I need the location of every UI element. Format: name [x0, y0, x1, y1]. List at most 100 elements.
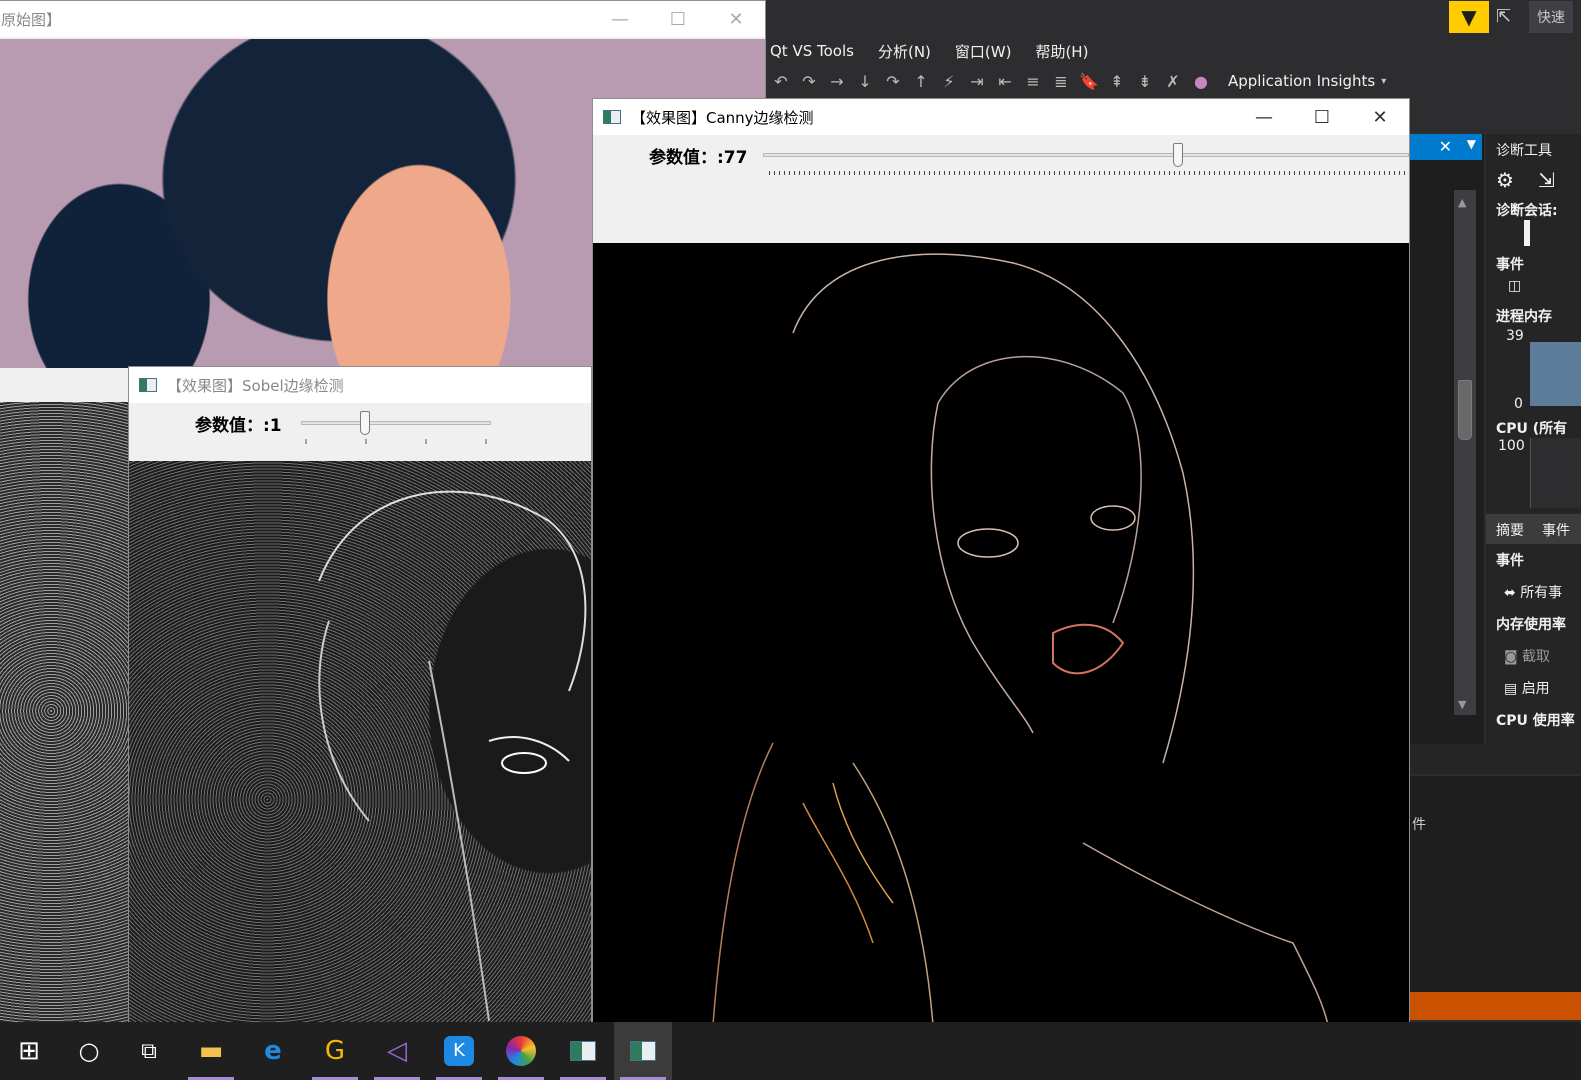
g-app-icon[interactable]: G	[306, 1022, 364, 1080]
canny-edge-image	[593, 243, 1409, 1025]
all-events-link[interactable]: ⬌ 所有事	[1504, 582, 1562, 602]
heap-icon: ▤	[1504, 681, 1522, 697]
scroll-down-icon[interactable]: ▼	[1458, 698, 1466, 711]
diag-events-label[interactable]: 事件	[1496, 254, 1524, 274]
opencv-glyph	[630, 1041, 656, 1061]
application-insights-button[interactable]: Application Insights	[1228, 72, 1375, 90]
bookmark-next-icon[interactable]: ⇟	[1134, 71, 1156, 91]
chevron-down-icon[interactable]: ▾	[1381, 76, 1386, 87]
step-out-icon[interactable]: ↑	[910, 71, 932, 91]
canny-window-title: 【效果图】Canny边缘检测	[631, 108, 814, 127]
lightbulb-icon: ●	[1194, 71, 1208, 91]
canny-param-label: 参数值：:77	[649, 148, 748, 168]
opencv-window-icon[interactable]	[554, 1022, 612, 1080]
step-into-icon[interactable]: ↓	[854, 71, 876, 91]
indent-icon[interactable]: ⇥	[966, 71, 988, 91]
vs-menu-bar: Qt VS Tools 分析(N) 窗口(W) 帮助(H)	[770, 36, 1112, 66]
sobel-param-label: 参数值：:1	[195, 416, 282, 436]
bookmark-prev-icon[interactable]: ⇞	[1106, 71, 1128, 91]
cpu-chart	[1530, 438, 1581, 508]
export-icon[interactable]: ⇲	[1538, 168, 1555, 192]
settings-gear-icon[interactable]: ⚙	[1496, 168, 1514, 192]
events-icon: ⬌	[1504, 585, 1521, 601]
live-share-icon[interactable]: ⇱	[1496, 6, 1511, 27]
outdent-icon[interactable]: ⇤	[994, 71, 1016, 91]
opencv-window-icon-active[interactable]	[614, 1022, 672, 1080]
canny-trackbar[interactable]	[763, 153, 1409, 157]
close-button[interactable]: ✕	[1351, 99, 1409, 135]
scroll-up-icon[interactable]: ▲	[1458, 196, 1466, 209]
filter-icon[interactable]: ▼	[1449, 1, 1489, 33]
undo-icon[interactable]: ↶	[770, 71, 792, 91]
sobel-titlebar[interactable]: 【效果图】Sobel边缘检测	[129, 367, 591, 403]
menu-analyze[interactable]: 分析(N)	[878, 41, 931, 62]
menu-qt-vs-tools[interactable]: Qt VS Tools	[770, 42, 854, 60]
uncomment-icon[interactable]: ≣	[1050, 71, 1072, 91]
close-tab-icon[interactable]: ✕	[1439, 137, 1452, 156]
step-forward-icon[interactable]: →	[826, 71, 848, 91]
minimize-button[interactable]: —	[591, 1, 649, 37]
step-over-icon[interactable]: ↷	[882, 71, 904, 91]
cpu-usage-header: CPU 使用率	[1496, 713, 1575, 729]
take-snapshot-button[interactable]: ◙ 截取	[1504, 646, 1550, 666]
sobel-edge-image	[129, 461, 591, 1025]
enable-heap-button[interactable]: ▤ 启用	[1504, 678, 1550, 698]
tab-events[interactable]: 事件	[1542, 520, 1570, 540]
canny-titlebar[interactable]: 【效果图】Canny边缘检测 — ☐ ✕	[593, 99, 1409, 135]
visual-studio-icon[interactable]: ◁	[368, 1022, 426, 1080]
cortana-icon[interactable]: ○	[60, 1022, 118, 1080]
comment-icon[interactable]: ≡	[1022, 71, 1044, 91]
sobel-window[interactable]: 【效果图】Sobel边缘检测 参数值：:1	[128, 366, 592, 1026]
sobel-image-background-fragment	[0, 400, 128, 1022]
color-wheel-glyph	[506, 1036, 536, 1066]
tab-summary[interactable]: 摘要	[1496, 520, 1524, 540]
canny-edge-lines	[712, 253, 1329, 1025]
sobel-trackbar[interactable]	[301, 421, 491, 425]
diag-title: 诊断工具	[1496, 143, 1552, 159]
diagnostic-tools-panel: 诊断工具 ⚙ ⇲ 诊断会话: 事件 ◫ 进程内存 39 0 CPU (所有 10…	[1486, 134, 1581, 744]
maximize-button[interactable]: ☐	[649, 1, 707, 37]
task-view-icon[interactable]: ⧉	[120, 1022, 178, 1080]
snapshot-label: 截取	[1522, 649, 1551, 665]
breakpoint-icon[interactable]: ⚡	[938, 71, 960, 91]
window-controls: — ☐ ✕	[591, 1, 765, 37]
vs-bottom-panel: 件	[1410, 776, 1581, 1006]
start-icon[interactable]: ⊞	[0, 1022, 58, 1080]
diag-process-memory-label[interactable]: 进程内存	[1496, 306, 1552, 326]
minimize-button[interactable]: —	[1235, 99, 1293, 135]
canny-trackbar-ticks	[769, 171, 1409, 175]
color-wheel-app-icon[interactable]	[492, 1022, 550, 1080]
k-app-icon[interactable]: K	[430, 1022, 488, 1080]
timeline-marker[interactable]	[1524, 220, 1530, 246]
quick-launch-input[interactable]: 快速	[1529, 1, 1573, 33]
mem-min-label: 0	[1514, 396, 1523, 412]
bottom-panel-text: 件	[1412, 817, 1426, 833]
original-window-title: 原始图】	[1, 10, 62, 29]
menu-window[interactable]: 窗口(W)	[955, 41, 1012, 62]
vs-status-bar	[1410, 992, 1581, 1020]
canny-window[interactable]: 【效果图】Canny边缘检测 — ☐ ✕ 参数值：:77	[592, 98, 1410, 1026]
edge-icon[interactable]: e	[244, 1022, 302, 1080]
vs-editor-scrollbar[interactable]: ▲ ▼	[1454, 190, 1476, 715]
canny-trackbar-thumb[interactable]	[1172, 143, 1183, 167]
scroll-thumb[interactable]	[1458, 380, 1472, 440]
opencv-glyph	[570, 1041, 596, 1061]
events-header: 事件	[1496, 553, 1524, 569]
diag-session-label: 诊断会话:	[1496, 203, 1558, 219]
file-explorer-icon[interactable]: ▬	[182, 1022, 240, 1080]
sobel-trackbar-thumb[interactable]	[360, 411, 371, 435]
bookmark-icon[interactable]: 🔖	[1078, 71, 1100, 91]
vs-tab-strip: ✕ ▼	[1410, 134, 1482, 160]
diag-cpu-label[interactable]: CPU (所有	[1496, 418, 1567, 438]
redo-icon[interactable]: ↷	[798, 71, 820, 91]
window-controls: — ☐ ✕	[1235, 99, 1409, 135]
original-titlebar[interactable]: 原始图】 — ☐ ✕	[0, 1, 765, 37]
sobel-window-title: 【效果图】Sobel边缘检测	[167, 376, 344, 395]
close-button[interactable]: ✕	[707, 1, 765, 37]
diag-tabs: 摘要 事件	[1486, 514, 1581, 544]
bookmark-clear-icon[interactable]: ✗	[1162, 71, 1184, 91]
maximize-button[interactable]: ☐	[1293, 99, 1351, 135]
menu-help[interactable]: 帮助(H)	[1035, 41, 1088, 62]
pause-icon[interactable]: ◫	[1508, 278, 1521, 294]
tab-dropdown-icon[interactable]: ▼	[1467, 137, 1476, 151]
